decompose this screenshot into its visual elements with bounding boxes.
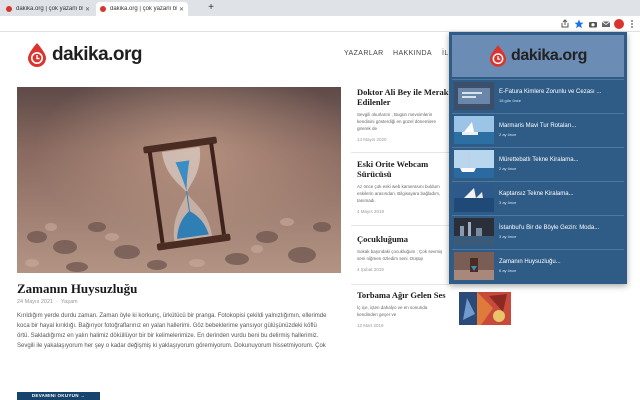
site-logo[interactable]: dakika.org [27,43,143,67]
browser-tab-active[interactable]: dakika.org | çok yazarlı blog ✕ [96,2,188,16]
browser-toolbar [0,16,640,32]
popup-item-thumbnail [454,150,494,178]
popup-item-title: E-Fatura Kimlere Zorunlu ve Cezası ... [499,89,602,95]
popup-list-item[interactable]: E-Fatura Kimlere Zorunlu ve Cezası ... 1… [452,79,624,112]
popup-list-item[interactable]: Zamanın Huysuzluğu... 6 ay önce [452,249,624,282]
post-thumbnail[interactable] [459,292,511,325]
featured-meta: 24 Mayıs 2021 · Yaşam [17,299,78,305]
new-tab-button[interactable]: + [205,2,217,14]
close-tab-icon[interactable]: ✕ [85,6,90,13]
popup-item-date: 3 ay önce [499,200,517,205]
side-post-excerpt: İç içe, içten dahalyo ve en sonunda kend… [357,305,428,317]
mail-extension-icon[interactable] [601,19,611,29]
read-more-button[interactable]: DEVAMINI OKUYUN → [17,392,100,400]
camera-extension-icon[interactable] [588,19,598,29]
favicon-icon [100,6,106,12]
side-post-title[interactable]: Torbama Ağır Gelen Ses [357,290,449,300]
menu-icon[interactable] [627,19,637,29]
featured-image[interactable] [17,87,341,273]
dakika-extension-icon[interactable] [614,19,624,29]
nav-item-yazarlar[interactable]: YAZARLAR [344,50,384,57]
featured-category[interactable]: Yaşam [61,299,78,305]
browser-tab[interactable]: dakika.org | çok yazarlı blog ✕ [2,2,94,16]
popup-list-item[interactable]: İstanbul'u Bir de Böyle Gezin: Moda... 3… [452,215,624,248]
popup-item-title: Zamanın Huysuzluğu... [499,259,561,265]
drop-logo-icon [489,45,507,67]
side-post: Çocukluğuma Sokak başındaki çocukluğum ;… [357,234,449,272]
nav-item-iletisim[interactable]: İL [442,50,449,57]
close-tab-icon[interactable]: ✕ [179,6,184,13]
side-post-date: 14 Mayıs 2020 [357,137,387,142]
bookmark-star-icon[interactable] [574,19,584,29]
side-post-date: 4 Mayıs 2019 [357,209,385,214]
popup-logo-text: dakika.org [510,47,588,64]
featured-date: 24 Mayıs 2021 [17,299,54,305]
popup-item-thumbnail [454,184,494,212]
popup-item-date: 18 gün önce [499,98,522,103]
side-post-excerpt: Az önce çok eski web kamerasını buldum e… [357,184,441,203]
popup-item-date: 6 ay önce [499,268,517,273]
popup-item-date: 2 ay önce [499,166,517,171]
nav-item-hakkinda[interactable]: HAKKINDA [393,50,432,57]
popup-item-title: Marmaris Mavi Tur Rotaları... [499,123,577,129]
divider [351,284,451,285]
tab-title: dakika.org | çok yazarlı blog [110,6,177,12]
side-post: Eski Orite Webcam Sürücüsü Az önce çok e… [357,159,449,214]
popup-list-item[interactable]: Marmaris Mavi Tur Rotaları... 2 ay önce [452,113,624,146]
drop-logo-icon [27,43,47,67]
extension-popup: dakika.org E-Fatura Kimlere Zorunlu ve C… [449,32,627,284]
side-post-title[interactable]: Eski Orite Webcam Sürücüsü [357,159,449,179]
side-post-excerpt: Sevgili okurlarım , Bugün mevsimlerin ke… [357,112,437,131]
popup-list-item[interactable]: Kaptansız Tekne Kiralama... 3 ay önce [452,181,624,214]
popup-item-thumbnail [454,252,494,280]
popup-item-date: 3 ay önce [499,234,517,239]
side-post-excerpt: Sokak başındaki çocukluğum ; Çok sevmiş … [357,249,443,261]
popup-header[interactable]: dakika.org [452,35,624,77]
side-post-title[interactable]: Çocukluğuma [357,234,449,244]
featured-excerpt: Kırıldığım yerde durdu zaman. Zaman öyle… [17,313,327,349]
divider [351,225,451,226]
side-post-title[interactable]: Doktor Ali Bey ile Merak Edilenler [357,87,449,107]
side-post: Doktor Ali Bey ile Merak Edilenler Sevgi… [357,87,449,142]
popup-item-thumbnail [454,82,494,110]
share-icon[interactable] [560,19,570,29]
popup-item-title: Mürettebatlı Tekne Kiralama... [499,157,579,163]
featured-title[interactable]: Zamanın Huysuzluğu [17,281,137,297]
popup-list-item[interactable]: Mürettebatlı Tekne Kiralama... 2 ay önce [452,147,624,180]
divider [351,152,451,153]
side-post-date: 12 Mart 2019 [357,323,384,328]
tab-title: dakika.org | çok yazarlı blog [16,6,83,12]
browser-tabbar: dakika.org | çok yazarlı blog ✕ dakika.o… [0,0,640,16]
popup-item-title: İstanbul'u Bir de Böyle Gezin: Moda... [499,225,600,231]
logo-text: dakika.org [52,44,143,65]
popup-item-date: 2 ay önce [499,132,517,137]
popup-item-thumbnail [454,116,494,144]
popup-item-title: Kaptansız Tekne Kiralama... [499,191,574,197]
side-post-date: 4 Şubat 2019 [357,267,384,272]
favicon-icon [6,6,12,12]
side-post: Torbama Ağır Gelen Ses İç içe, içten dah… [357,290,449,328]
popup-item-thumbnail [454,218,494,246]
